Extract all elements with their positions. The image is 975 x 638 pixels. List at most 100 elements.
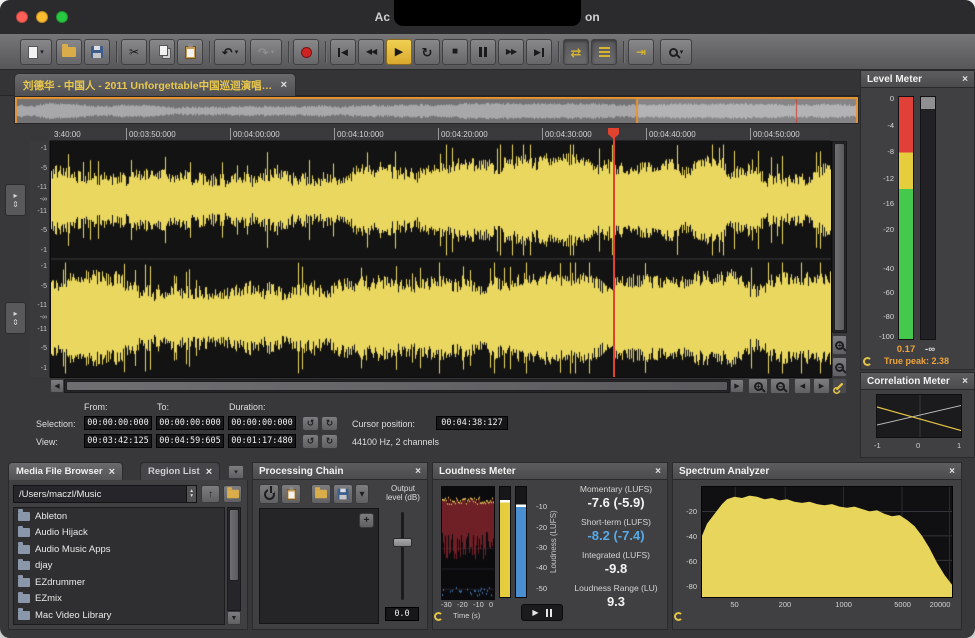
- cursor-position-value[interactable]: 00:04:38:127: [436, 416, 508, 430]
- file-list-item[interactable]: Audio Music Apps: [14, 541, 224, 558]
- view-to-value[interactable]: 00:04:59:605: [156, 434, 224, 448]
- correlation-meter-header[interactable]: Correlation Meter ×: [860, 372, 975, 390]
- scroll-left-button[interactable]: ◀: [50, 379, 64, 393]
- level-meter-header[interactable]: Level Meter ×: [860, 70, 975, 88]
- scrub-mode-button[interactable]: ⇄: [563, 39, 589, 65]
- levels-view-button[interactable]: [591, 39, 617, 65]
- processing-chain-header[interactable]: Processing Chain ×: [252, 462, 428, 480]
- save-button[interactable]: [84, 39, 110, 65]
- timeline-ruler[interactable]: 3:40:0000:03:50:00000:04:00:00000:04:10:…: [50, 128, 830, 141]
- browser-menu-button[interactable]: ▾: [228, 465, 244, 479]
- view-duration-value[interactable]: 00:01:17:480: [228, 434, 296, 448]
- add-effect-button[interactable]: +: [359, 513, 374, 528]
- channel-1-controls[interactable]: ▸ ⇕: [5, 184, 26, 216]
- chain-paste-button[interactable]: [281, 484, 301, 504]
- chain-slot-area[interactable]: +: [259, 508, 379, 624]
- go-to-end-button[interactable]: ▶: [526, 39, 552, 65]
- browse-folder-button[interactable]: [223, 485, 242, 503]
- selection-from-value[interactable]: 00:00:00:000: [84, 416, 152, 430]
- close-window-button[interactable]: [16, 11, 28, 23]
- view-redo-button[interactable]: ↻: [321, 434, 338, 449]
- chain-menu-button[interactable]: ▾: [355, 484, 369, 504]
- play-button[interactable]: ▶: [386, 39, 412, 65]
- file-list-scroll-down-button[interactable]: ▼: [227, 611, 241, 625]
- file-list-item[interactable]: EZdrummer: [14, 574, 224, 591]
- vertical-scrollbar-thumb[interactable]: [834, 143, 845, 331]
- file-list-item[interactable]: EZmix: [14, 591, 224, 608]
- close-tab-icon[interactable]: ×: [103, 466, 115, 478]
- loop-left-icon: ↺: [307, 436, 315, 447]
- close-panel-icon[interactable]: ×: [943, 466, 955, 477]
- path-combobox[interactable]: /Users/maczl/Music ▴ ▾: [13, 485, 197, 503]
- zoom-out-horizontal-button[interactable]: −: [770, 378, 790, 394]
- rewind-button[interactable]: ◀◀: [358, 39, 384, 65]
- spectrum-analyzer-header[interactable]: Spectrum Analyzer ×: [672, 462, 962, 480]
- zoom-tool-button[interactable]: ▾: [660, 39, 692, 65]
- file-list-scrollbar[interactable]: [227, 507, 241, 611]
- new-file-button[interactable]: ▾: [20, 39, 52, 65]
- cut-button[interactable]: ✂: [121, 39, 147, 65]
- close-tab-icon[interactable]: ×: [275, 79, 287, 91]
- file-list-scrollbar-thumb[interactable]: [229, 509, 239, 581]
- minimize-window-button[interactable]: [36, 11, 48, 23]
- stop-button[interactable]: ■: [442, 39, 468, 65]
- redo-button[interactable]: ↷▾: [250, 39, 282, 65]
- undo-button[interactable]: ↶▾: [214, 39, 246, 65]
- output-slider-thumb[interactable]: [393, 538, 412, 547]
- file-list-item[interactable]: djay: [14, 558, 224, 575]
- close-panel-icon[interactable]: ×: [956, 74, 968, 85]
- selection-duration-value[interactable]: 00:00:00:000: [228, 416, 296, 430]
- file-list-item[interactable]: Mac Video Library: [14, 607, 224, 624]
- file-list-item[interactable]: Ableton: [14, 508, 224, 525]
- selection-undo-button[interactable]: ↺: [302, 416, 319, 431]
- playhead-line[interactable]: [613, 128, 615, 377]
- record-button[interactable]: [293, 39, 319, 65]
- chain-power-button[interactable]: [259, 484, 279, 504]
- file-list[interactable]: Ableton Audio Hijack Audio Music Apps dj…: [13, 507, 225, 625]
- document-tab[interactable]: 刘德华 - 中国人 - 2011 Unforgettable中国巡迴演唱会.mp…: [14, 73, 296, 96]
- parent-folder-button[interactable]: ↑: [201, 485, 220, 503]
- file-list-item[interactable]: Audio Hijack: [14, 525, 224, 542]
- waveform-settings-button[interactable]: [832, 378, 847, 394]
- go-to-start-button[interactable]: ◀: [330, 39, 356, 65]
- horizontal-scrollbar[interactable]: [64, 379, 730, 393]
- forward-button[interactable]: ▶▶: [498, 39, 524, 65]
- loudness-meter-header[interactable]: Loudness Meter ×: [432, 462, 668, 480]
- view-from-value[interactable]: 00:03:42:125: [84, 434, 152, 448]
- view-undo-button[interactable]: ↺: [302, 434, 319, 449]
- close-panel-icon[interactable]: ×: [409, 466, 421, 477]
- close-tab-icon[interactable]: ×: [200, 466, 212, 478]
- vertical-scrollbar[interactable]: [832, 141, 847, 333]
- zoom-next-button[interactable]: ▶: [813, 378, 830, 394]
- overview-waveform[interactable]: [14, 96, 859, 124]
- loop-playback-button[interactable]: ↻: [414, 39, 440, 65]
- selection-to-value[interactable]: 00:00:00:000: [156, 416, 224, 430]
- output-slider-track[interactable]: [401, 512, 404, 600]
- path-stepper[interactable]: ▴ ▾: [186, 486, 196, 502]
- zoom-prev-button[interactable]: ◀: [794, 378, 811, 394]
- copy-button[interactable]: [149, 39, 175, 65]
- tab-region-list[interactable]: Region List ×: [140, 462, 220, 481]
- waveform-canvas[interactable]: [50, 141, 832, 378]
- zoom-out-vertical-button[interactable]: −: [832, 357, 847, 377]
- tab-media-file-browser[interactable]: Media File Browser ×: [8, 462, 123, 481]
- chain-open-button[interactable]: [311, 484, 331, 504]
- loudness-pause-button[interactable]: [546, 609, 552, 617]
- chain-save-button[interactable]: [333, 484, 353, 504]
- horizontal-scrollbar-thumb[interactable]: [66, 381, 728, 391]
- output-level-value[interactable]: 0.0: [385, 607, 419, 621]
- close-panel-icon[interactable]: ×: [956, 376, 968, 387]
- zoom-in-vertical-button[interactable]: +: [832, 335, 847, 355]
- open-file-button[interactable]: [56, 39, 82, 65]
- paste-button[interactable]: [177, 39, 203, 65]
- channel-2-controls[interactable]: ▸ ⇕: [5, 302, 26, 334]
- loudness-play-button[interactable]: ▶: [532, 608, 538, 617]
- pause-button[interactable]: [470, 39, 496, 65]
- import-button[interactable]: ⇥: [628, 39, 654, 65]
- selection-redo-button[interactable]: ↻: [321, 416, 338, 431]
- close-panel-icon[interactable]: ×: [649, 466, 661, 477]
- peak-value-right[interactable]: -∞: [914, 344, 946, 355]
- scroll-right-button[interactable]: ▶: [730, 379, 744, 393]
- maximize-window-button[interactable]: [56, 11, 68, 23]
- zoom-in-horizontal-button[interactable]: +: [748, 378, 768, 394]
